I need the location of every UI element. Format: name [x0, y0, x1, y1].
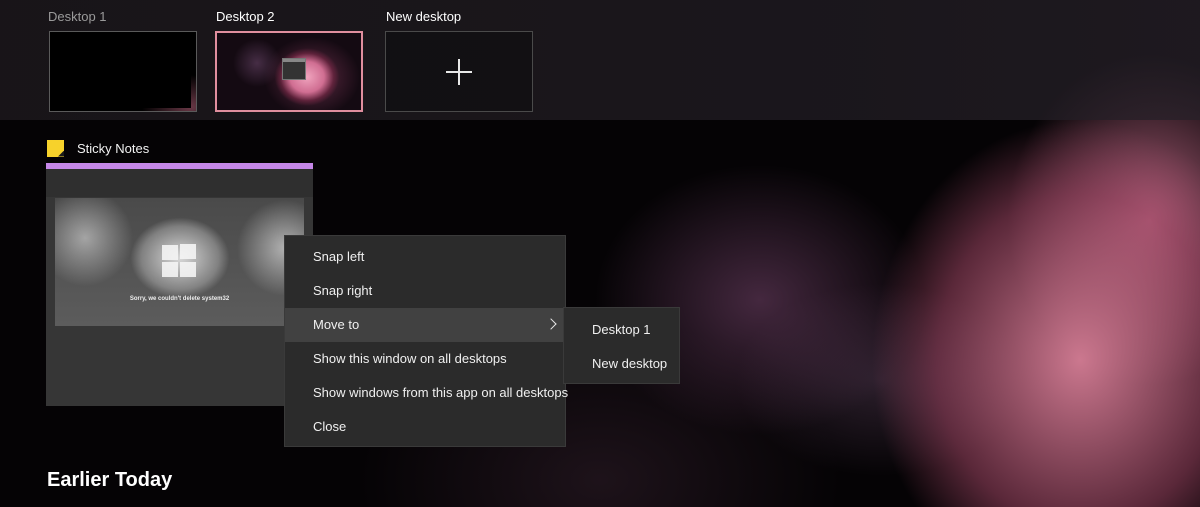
context-menu: Snap left Snap right Move to Show this w…: [284, 235, 569, 447]
new-desktop-button[interactable]: [385, 31, 533, 112]
window-title: Sticky Notes: [47, 139, 149, 157]
desktop-1-thumbnail[interactable]: [49, 31, 197, 112]
submenu-item-label: New desktop: [592, 356, 668, 371]
windows-logo-icon: [162, 244, 198, 278]
window-preview: Sorry, we couldn't delete system32: [55, 198, 304, 326]
menu-item-show-window-all-desktops[interactable]: Show this window on all desktops: [285, 342, 565, 376]
menu-item-label: Close: [313, 419, 347, 434]
menu-item-label: Snap left: [313, 249, 365, 264]
timeline-heading: Earlier Today: [47, 469, 173, 491]
sticky-notes-icon: [47, 139, 64, 157]
menu-item-show-app-all-desktops[interactable]: Show windows from this app on all deskto…: [285, 376, 569, 410]
menu-item-label: Show this window on all desktops: [313, 351, 507, 366]
virtual-desktops-bar: Desktop 1 Desktop 2 New desktop: [0, 0, 1200, 120]
desktop-2-label: Desktop 2: [216, 9, 275, 24]
chevron-right-icon: [545, 318, 557, 330]
menu-item-snap-left[interactable]: Snap left: [285, 240, 565, 274]
move-to-submenu: Desktop 1 New desktop: [563, 307, 680, 384]
menu-item-close[interactable]: Close: [285, 410, 565, 444]
menu-item-label: Move to: [313, 317, 360, 332]
submenu-item-new-desktop[interactable]: New desktop: [564, 347, 679, 381]
preview-text: Sorry, we couldn't delete system32: [129, 296, 230, 302]
window-thumbnail[interactable]: Sorry, we couldn't delete system32: [46, 163, 313, 406]
app-name: Sticky Notes: [77, 140, 150, 156]
desktop-1-label: Desktop 1: [48, 9, 107, 24]
mini-window-icon: [282, 58, 306, 80]
plus-icon: [446, 58, 472, 85]
menu-item-snap-right[interactable]: Snap right: [285, 274, 565, 308]
desktop-2-thumbnail[interactable]: [215, 31, 363, 112]
menu-item-label: Show windows from this app on all deskto…: [313, 385, 569, 400]
menu-item-label: Snap right: [313, 283, 373, 298]
new-desktop-label: New desktop: [386, 9, 462, 24]
submenu-item-label: Desktop 1: [592, 322, 651, 337]
menu-item-move-to[interactable]: Move to: [285, 308, 565, 342]
submenu-item-desktop-1[interactable]: Desktop 1: [564, 313, 679, 347]
